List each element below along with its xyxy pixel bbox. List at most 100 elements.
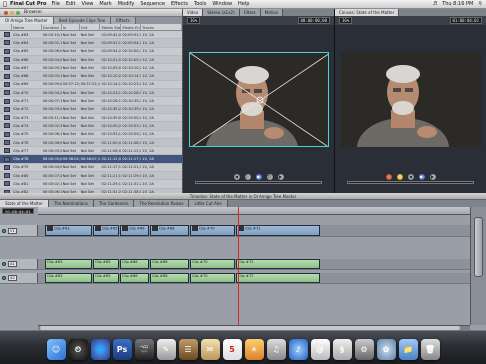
track-header[interactable]: A2 [0, 273, 38, 283]
audio-clip[interactable]: Clip #70 [190, 273, 235, 283]
track-header[interactable]: V1 [0, 225, 38, 236]
browser-row[interactable]: Clip #7900:00:04;01Not SetNot Set02:11:1… [0, 164, 182, 173]
menu-modify[interactable]: Modify [118, 1, 135, 7]
playhead[interactable] [238, 207, 239, 325]
viewer-scrubber[interactable] [195, 181, 322, 184]
tab-sequence-2[interactable]: The Nominations [48, 200, 94, 207]
browser-row[interactable]: Clip #6400:00:02;10Not SetNot Set02:09:5… [0, 39, 182, 48]
finder-icon[interactable]: ☺ [46, 339, 66, 360]
audio-clip[interactable]: Clip #65 [93, 273, 119, 283]
video-clip[interactable]: Clip #66 [120, 225, 149, 236]
column-name[interactable]: Name [12, 24, 42, 30]
itunes-icon[interactable]: ♪ [288, 339, 308, 360]
menu-window[interactable]: Window [212, 1, 232, 7]
track-visibility-icon[interactable] [2, 276, 6, 280]
minimize-button[interactable] [10, 10, 14, 15]
browser-row[interactable]: Clip #7200:00:03;05Not SetNot Set02:10:3… [0, 105, 182, 114]
track-visibility-icon[interactable] [2, 262, 6, 266]
menu-edit[interactable]: Edit [66, 1, 76, 7]
photoshop-icon[interactable]: Ps [112, 339, 132, 360]
browser-row[interactable]: Clip #69 00:00:09;0200:57:12;2100:57:22;1… [0, 81, 182, 90]
column-icon[interactable] [0, 24, 12, 30]
browser-row[interactable]: Clip #6700:00:05;21Not SetNot Set02:10:0… [0, 64, 182, 73]
column-duration[interactable]: Duration [42, 24, 62, 30]
tab-sequence-4[interactable]: The Revolution Raises [134, 200, 190, 207]
track-a1[interactable]: A1 Clip #63 Clip #65 Clip #66 Clip #68 Clip #… [0, 259, 470, 270]
tab-filters[interactable]: Filters [239, 9, 261, 16]
browser-row[interactable]: Clip #7500:00:06;16Not SetNot Set02:10:5… [0, 131, 182, 139]
zoom-button[interactable] [16, 10, 20, 15]
browser-row[interactable]: Clip #6600:00:04;08Not SetNot Set02:10:0… [0, 55, 182, 65]
audio-clip[interactable]: Clip #63 [45, 259, 92, 269]
menu-effects[interactable]: Effects [171, 1, 188, 7]
canvas-prev-edit-button[interactable]: ◀ [406, 172, 415, 181]
track-visibility-icon[interactable] [2, 228, 6, 233]
column-media-start[interactable]: Media Start [100, 24, 122, 30]
trash-icon[interactable]: 🗑 [420, 339, 440, 360]
tab-effects[interactable]: Effects [111, 17, 136, 24]
browser-row[interactable]: Clip #6500:00:06;03Not SetNot Set02:09:5… [0, 48, 182, 56]
tab-stereo[interactable]: Stereo (a1a2) [203, 9, 240, 16]
menu-sequence[interactable]: Sequence [140, 1, 165, 7]
script-icon[interactable]: § [332, 339, 352, 360]
column-tracks[interactable]: Tracks [141, 24, 182, 30]
audio-clip[interactable]: Clip #65 [93, 259, 119, 269]
apple-menu-icon[interactable]:  [0, 1, 10, 8]
video-clip[interactable]: Clip #65 [93, 225, 119, 236]
ibook-icon[interactable]: ☰ [178, 339, 198, 360]
canvas-play-button[interactable]: ▶ [417, 172, 426, 181]
network-icon[interactable]: 🌐 [90, 339, 110, 360]
app-menu[interactable]: Final Cut Pro [10, 1, 46, 7]
viewer-next-edit-button[interactable]: ▶ [276, 172, 285, 181]
browser-row[interactable]: Clip #8000:00:07;25Not SetNot Set02:11:2… [0, 172, 182, 181]
audio-clip[interactable]: Clip #68 [150, 259, 189, 269]
audio-clip[interactable]: Clip #68 [150, 273, 189, 283]
track-a2[interactable]: A2 Clip #63 Clip #65 Clip #66 Clip #68 Clip #… [0, 273, 470, 284]
garageband-icon[interactable]: ♫ [266, 339, 286, 360]
tab-best-clips[interactable]: Best Episode Clips Tree [53, 17, 112, 24]
video-clip[interactable]: Clip #63 [45, 225, 92, 236]
track-v1[interactable]: V1 Clip #63 Clip #65 Clip #66 Clip #68 Clip #… [0, 225, 470, 237]
audio-clip[interactable]: Clip #66 [120, 259, 149, 269]
canvas-zoom[interactable]: 36% [339, 17, 353, 24]
tab-sequence-3[interactable]: The Gardeners [93, 200, 135, 207]
browser-row[interactable]: Clip #6300:00:10;14Not SetNot Set02:09:4… [0, 31, 182, 40]
browser-row[interactable]: Clip #8100:00:02;18Not SetNot Set02:11:2… [0, 180, 182, 189]
column-media-end[interactable]: Media End [121, 24, 142, 30]
folder-icon[interactable]: 📁 [398, 339, 418, 360]
viewer-frame[interactable] [189, 52, 329, 147]
browser-row[interactable]: Clip #7300:00:11;19Not SetNot Set02:10:3… [0, 114, 182, 123]
tab-project[interactable]: Ol Amigo Tree Master [0, 17, 54, 24]
tab-sequence-1[interactable]: State of the Matter [0, 200, 49, 207]
browser-row[interactable]: Clip #7700:00:03;28Not SetNot Set02:11:0… [0, 147, 182, 156]
letter-icon[interactable]: ✉ [200, 339, 220, 360]
menu-file[interactable]: File [51, 1, 59, 7]
fcp-icon[interactable]: 🎬 [134, 339, 154, 360]
tab-motion[interactable]: Motion [260, 9, 284, 16]
tab-video[interactable]: Video [183, 9, 204, 16]
viewer-timecode[interactable]: 00:00:00;00 [297, 17, 330, 24]
audio-clip[interactable]: Clip #66 [120, 273, 149, 283]
video-clip[interactable]: Clip #70 [190, 225, 235, 236]
timeline-vertical-scrollbar[interactable] [470, 207, 486, 325]
dashboard-icon[interactable]: ⏲ [68, 339, 88, 360]
iphoto-icon[interactable]: ☀ [244, 339, 264, 360]
menu-view[interactable]: View [82, 1, 94, 7]
column-out[interactable]: Out [80, 24, 101, 30]
canvas-frame[interactable] [341, 52, 481, 147]
prefs-icon[interactable]: ⚙ [354, 339, 374, 360]
canvas-scrubber[interactable] [347, 181, 474, 184]
video-clip[interactable]: Clip #72 [236, 225, 320, 236]
clapper-icon[interactable]: ✎ [156, 339, 176, 360]
scroll-knob[interactable] [474, 217, 483, 277]
audio-clip[interactable]: Clip #72 [236, 259, 320, 269]
track-header[interactable]: A1 [0, 259, 38, 269]
menu-tools[interactable]: Tools [194, 1, 206, 7]
audio-clip[interactable]: Clip #70 [190, 259, 235, 269]
video-clip[interactable]: Clip #68 [150, 225, 189, 236]
audio-clip[interactable]: Clip #63 [45, 273, 92, 283]
spotlight-icon[interactable]: ⚲ [478, 1, 482, 7]
clock[interactable]: Thu 8:16 PM [442, 1, 473, 7]
timeline-title[interactable]: Timeline: State of the Matter in Ol Amig… [0, 193, 486, 200]
menu-mark[interactable]: Mark [99, 1, 111, 7]
